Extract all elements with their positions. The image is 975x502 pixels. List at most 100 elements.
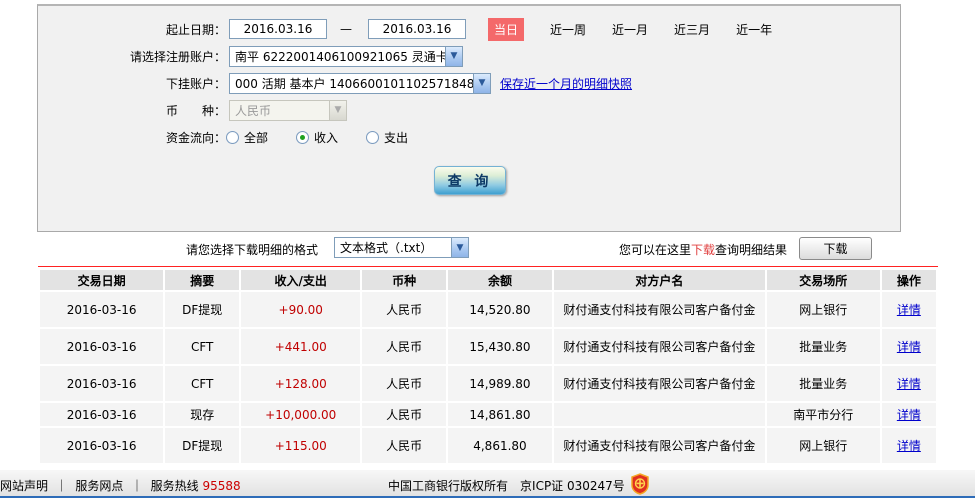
cell-summary: CFT — [165, 329, 240, 364]
footer-divider: ｜ — [55, 479, 68, 493]
fund-flow-option-expense[interactable]: 支出 — [366, 129, 408, 146]
transaction-table: 交易日期 摘要 收入/支出 币种 余额 对方户名 交易场所 操作 2016-03… — [38, 268, 938, 465]
col-header-summary: 摘要 — [165, 270, 240, 290]
radio-selected-icon[interactable] — [296, 130, 310, 144]
cell-place: 网上银行 — [766, 428, 880, 463]
cell-currency: 人民币 — [362, 292, 446, 327]
download-format-select[interactable]: 文本格式（.txt） ▼ — [334, 237, 469, 258]
cell-balance: 14,989.80 — [447, 366, 553, 401]
cell-amount: +441.00 — [241, 329, 361, 364]
query-button[interactable]: 查 询 — [434, 166, 506, 195]
quick-range-quarter-button[interactable]: 近三月 — [674, 21, 710, 38]
radio-icon[interactable] — [366, 130, 380, 144]
start-date-input[interactable] — [229, 19, 327, 39]
table-top-rule — [38, 266, 938, 267]
footer-links: 网站声明 ｜ 服务网点 ｜ 服务热线 95588 — [0, 477, 241, 494]
register-account-select[interactable]: 南平 6222001406100921065 灵通卡 ▼ — [229, 45, 463, 67]
cell-summary: DF提现 — [165, 292, 240, 327]
cell-date: 2016-03-16 — [40, 329, 164, 364]
cell-summary: DF提现 — [165, 428, 240, 463]
cell-date: 2016-03-16 — [40, 428, 164, 463]
currency-select-disabled: 人民币 ▼ — [229, 99, 347, 121]
cell-currency: 人民币 — [362, 366, 446, 401]
download-row: 请您选择下载明细的格式 文本格式（.txt） ▼ 您可以在这里下载查询明细结果 … — [0, 237, 975, 261]
cell-date: 2016-03-16 — [40, 292, 164, 327]
cell-counterparty: 财付通支付科技有限公司客户备付金 — [554, 329, 765, 364]
icbc-shield-badge-icon — [630, 473, 650, 495]
cell-summary: 现存 — [165, 403, 240, 426]
end-date-input[interactable] — [368, 19, 466, 39]
footer-link-statement[interactable]: 网站声明 — [0, 479, 48, 493]
footer-link-branches[interactable]: 服务网点 — [75, 479, 123, 493]
detail-link[interactable]: 详情 — [897, 303, 921, 317]
download-format-value: 文本格式（.txt） — [340, 241, 433, 255]
register-account-row: 请选择注册账户： 南平 6222001406100921065 灵通卡 ▼ — [38, 45, 900, 67]
cell-counterparty: 财付通支付科技有限公司客户备付金 — [554, 428, 765, 463]
cell-amount: +10,000.00 — [241, 403, 361, 426]
download-hint-prefix: 您可以在这里 — [619, 243, 692, 257]
footer-copyright: 中国工商银行版权所有 京ICP证 030247号 — [388, 479, 625, 493]
download-hint: 您可以在这里下载查询明细结果 — [619, 241, 787, 258]
sub-account-value: 000 活期 基本户 1406600101102571848 — [235, 76, 473, 91]
col-header-place: 交易场所 — [766, 270, 880, 290]
chevron-down-icon: ▼ — [445, 46, 462, 66]
cell-currency: 人民币 — [362, 329, 446, 364]
fund-flow-radio-group: 全部 收入 支出 — [226, 129, 408, 146]
quick-range-week-button[interactable]: 近一周 — [550, 21, 586, 38]
download-button[interactable]: 下载 — [799, 237, 872, 260]
detail-link[interactable]: 详情 — [897, 408, 921, 422]
quick-range-year-button[interactable]: 近一年 — [736, 21, 772, 38]
date-range-label: 起止日期： — [165, 22, 226, 37]
footer: 网站声明 ｜ 服务网点 ｜ 服务热线 95588 中国工商银行版权所有 京ICP… — [0, 470, 975, 498]
cell-place: 批量业务 — [766, 329, 880, 364]
table-row: 2016-03-16 DF提现 +115.00 人民币 4,861.80 财付通… — [40, 428, 936, 463]
detail-link[interactable]: 详情 — [897, 340, 921, 354]
col-header-balance: 余额 — [447, 270, 553, 290]
download-hint-suffix: 查询明细结果 — [715, 243, 788, 257]
footer-hotline-label: 服务热线 — [150, 479, 199, 493]
cell-counterparty: 财付通支付科技有限公司客户备付金 — [554, 292, 765, 327]
col-header-counterparty: 对方户名 — [554, 270, 765, 290]
detail-link[interactable]: 详情 — [897, 439, 921, 453]
currency-row: 币 种： 人民币 ▼ — [38, 99, 900, 121]
table-row: 2016-03-16 CFT +441.00 人民币 15,430.80 财付通… — [40, 329, 936, 364]
cell-currency: 人民币 — [362, 403, 446, 426]
download-format-label: 请您选择下载明细的格式 — [186, 243, 319, 257]
radio-icon[interactable] — [226, 130, 239, 144]
chevron-down-icon: ▼ — [329, 100, 346, 120]
cell-balance: 4,861.80 — [447, 428, 553, 463]
cell-amount: +128.00 — [241, 366, 361, 401]
save-snapshot-link[interactable]: 保存近一个月的明细快照 — [500, 75, 632, 92]
fund-flow-option-all[interactable]: 全部 — [226, 129, 268, 146]
footer-hotline-number: 95588 — [202, 479, 241, 493]
table-row: 2016-03-16 DF提现 +90.00 人民币 14,520.80 财付通… — [40, 292, 936, 327]
cell-place: 网上银行 — [766, 292, 880, 327]
cell-amount: +115.00 — [241, 428, 361, 463]
cell-currency: 人民币 — [362, 428, 446, 463]
query-form-panel: 起止日期： — 当日 近一周 近一月 近三月 近一年 请选择注册账户： 南平 6… — [37, 4, 901, 232]
download-hint-highlight: 下载 — [691, 243, 716, 257]
table-row: 2016-03-16 CFT +128.00 人民币 14,989.80 财付通… — [40, 366, 936, 401]
chevron-down-icon: ▼ — [473, 73, 490, 93]
cell-summary: CFT — [165, 366, 240, 401]
col-header-date: 交易日期 — [40, 270, 164, 290]
transaction-table-section: 交易日期 摘要 收入/支出 币种 余额 对方户名 交易场所 操作 2016-03… — [38, 266, 938, 465]
quick-range-month-button[interactable]: 近一月 — [612, 21, 648, 38]
quick-range-today-button[interactable]: 当日 — [488, 17, 525, 41]
table-header-row: 交易日期 摘要 收入/支出 币种 余额 对方户名 交易场所 操作 — [40, 270, 936, 290]
currency-value: 人民币 — [235, 103, 272, 118]
date-range-separator: — — [340, 22, 352, 36]
sub-account-label: 下挂账户： — [165, 76, 226, 91]
footer-divider: ｜ — [130, 479, 143, 493]
query-button-row: 查 询 — [434, 166, 900, 195]
cell-balance: 15,430.80 — [447, 329, 553, 364]
col-header-currency: 币种 — [362, 270, 446, 290]
register-account-label: 请选择注册账户： — [129, 49, 226, 64]
cell-date: 2016-03-16 — [40, 366, 164, 401]
fund-flow-label: 资金流向： — [165, 130, 226, 145]
detail-link[interactable]: 详情 — [897, 377, 921, 391]
col-header-amount: 收入/支出 — [241, 270, 361, 290]
fund-flow-option-income[interactable]: 收入 — [296, 129, 338, 146]
date-range-row: 起止日期： — 当日 近一周 近一月 近三月 近一年 — [38, 17, 900, 41]
sub-account-select[interactable]: 000 活期 基本户 1406600101102571848 ▼ — [229, 72, 491, 94]
